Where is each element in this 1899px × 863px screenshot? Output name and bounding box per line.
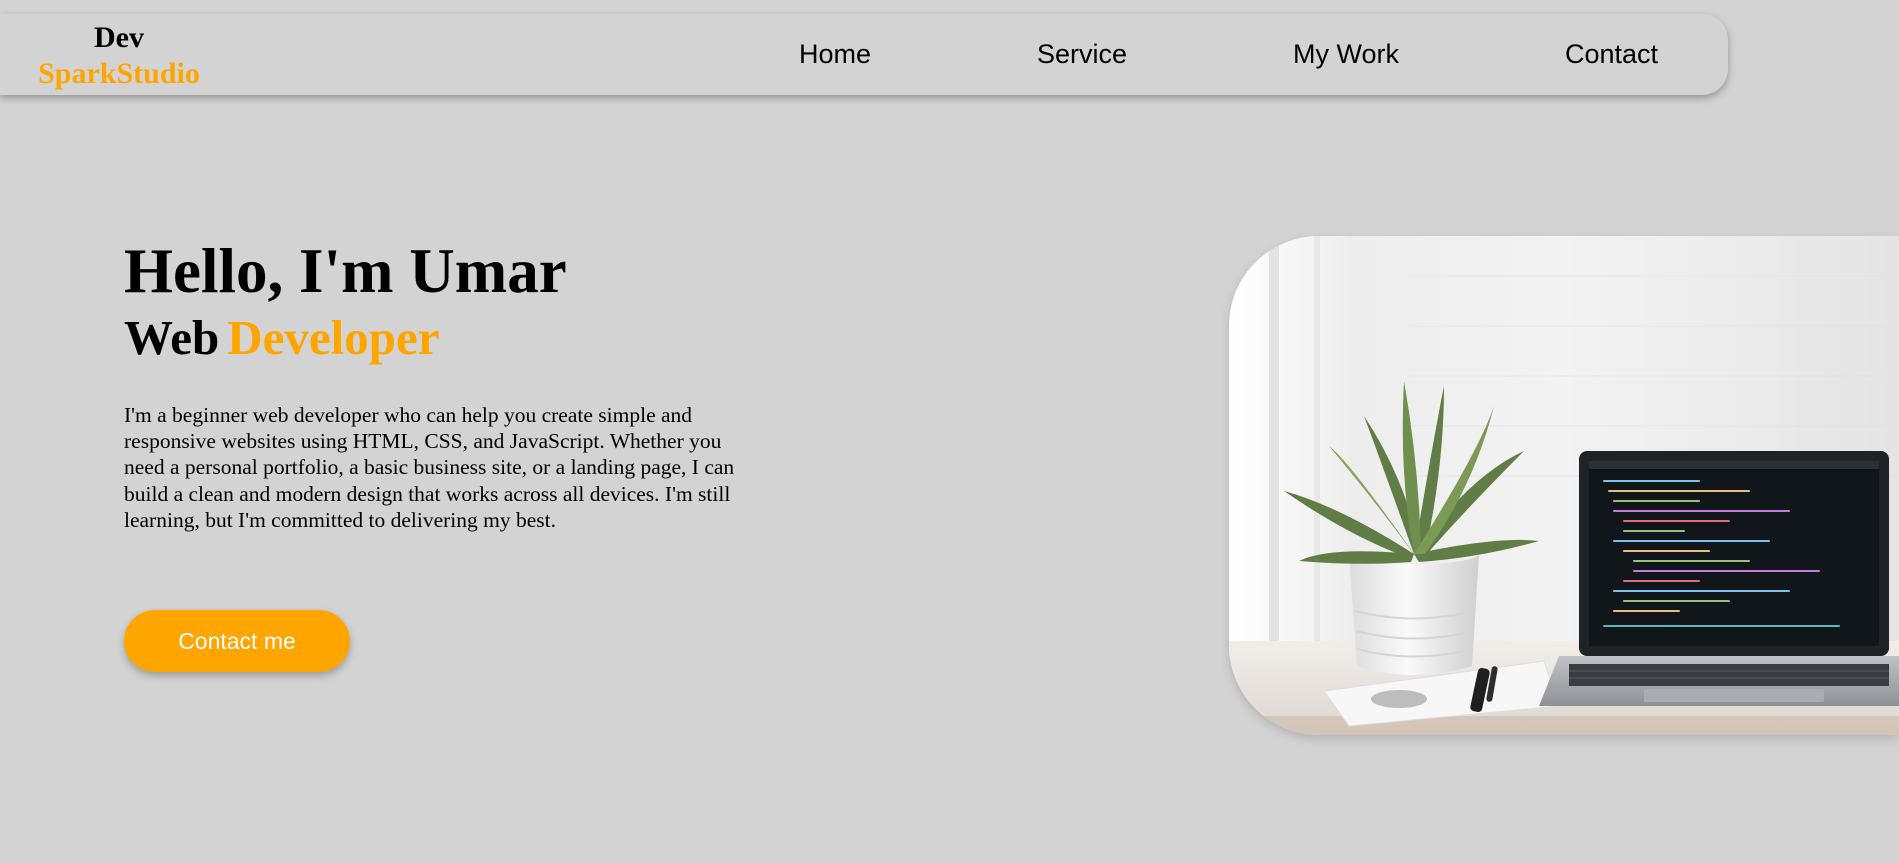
nav-menu: Home Service My Work Contact bbox=[0, 14, 1728, 95]
hero-description: I'm a beginner web developer who can hel… bbox=[124, 403, 735, 532]
nav-link-contact[interactable]: Contact bbox=[1565, 38, 1658, 70]
hero-greeting: Hello, I'm Umar bbox=[124, 236, 567, 306]
hero-image bbox=[1229, 236, 1899, 735]
nav-link-service[interactable]: Service bbox=[1037, 38, 1127, 70]
nav-link-home[interactable]: Home bbox=[799, 38, 871, 70]
contact-me-button[interactable]: Contact me bbox=[124, 610, 350, 672]
hero-illustration bbox=[1229, 236, 1899, 735]
hero-role-prefix: Web bbox=[124, 310, 220, 365]
navbar: Dev SparkStudio Home Service My Work Con… bbox=[0, 14, 1728, 95]
hero-role-accent: Developer bbox=[227, 310, 440, 365]
nav-link-my-work[interactable]: My Work bbox=[1293, 38, 1399, 70]
hero-role: Web Developer bbox=[124, 310, 440, 366]
